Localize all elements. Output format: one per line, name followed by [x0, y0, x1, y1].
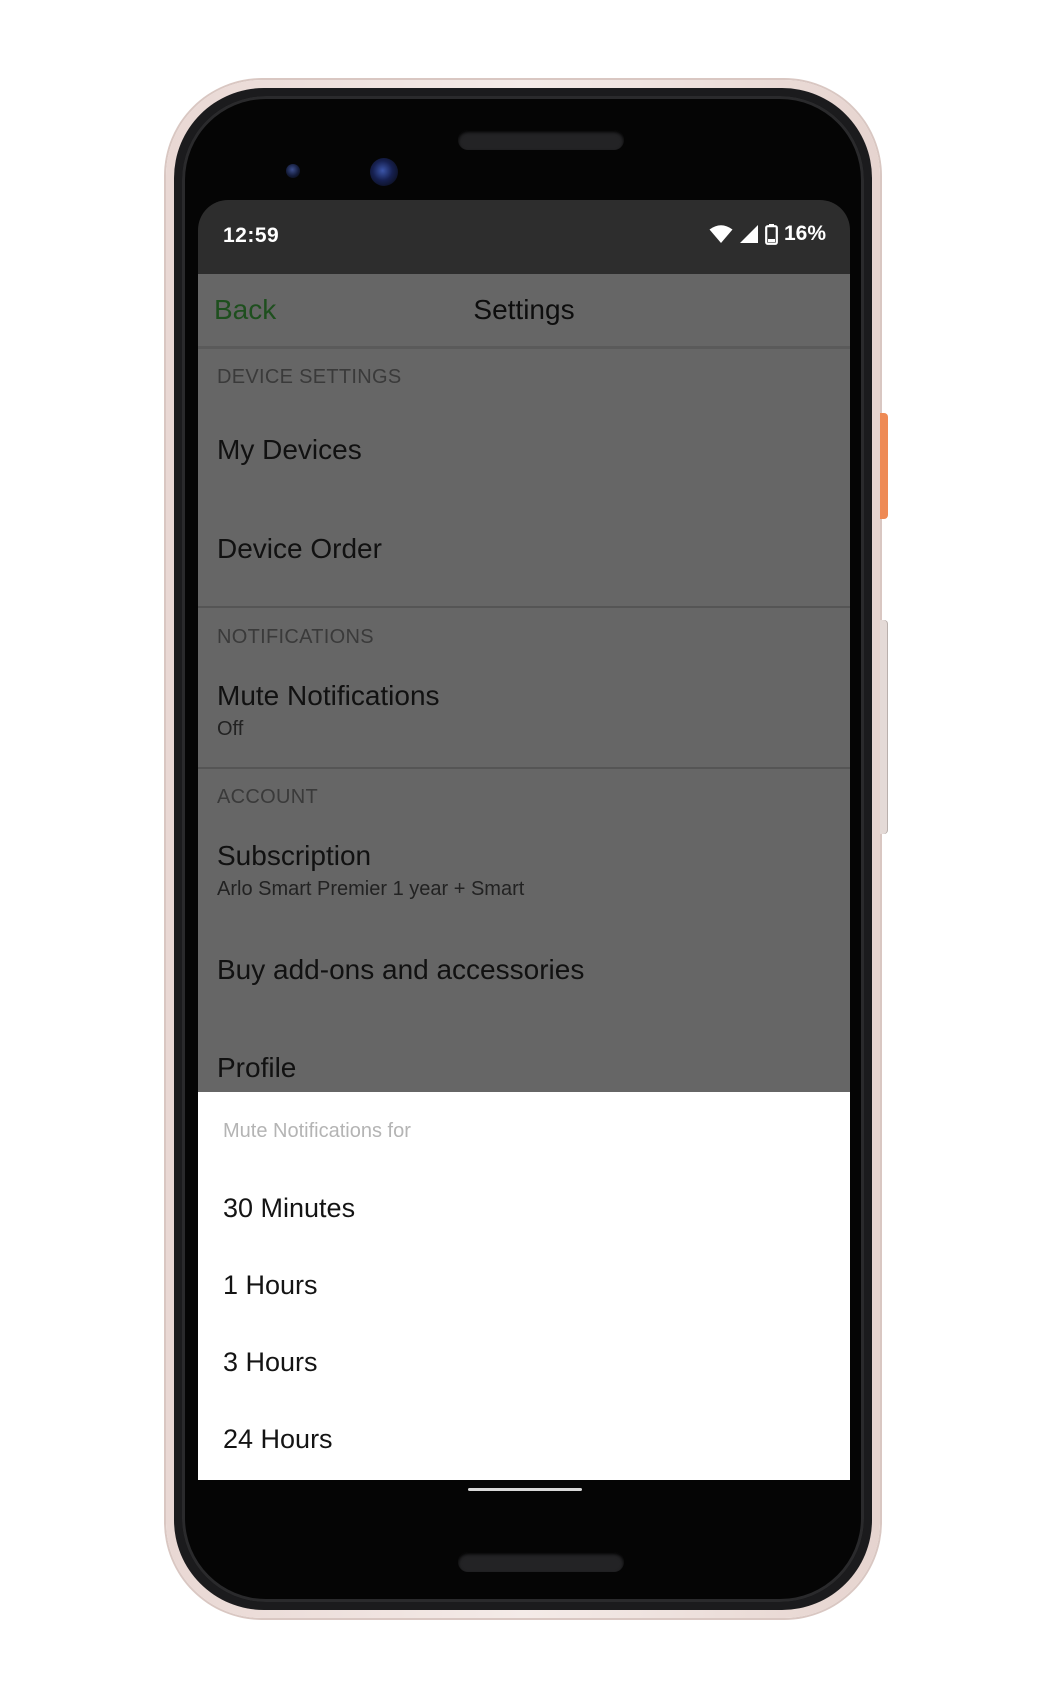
- option-1-hours[interactable]: 1 Hours: [223, 1270, 318, 1301]
- section-header-device-settings: DEVICE SETTINGS: [217, 366, 402, 388]
- navigation-bar: Back Settings: [198, 274, 850, 349]
- section-header-account: ACCOUNT: [217, 786, 318, 808]
- volume-button: [880, 620, 888, 834]
- section-header-notifications: NOTIFICATIONS: [217, 626, 374, 648]
- status-bar: 12:59 16%: [198, 200, 850, 274]
- settings-item-profile[interactable]: Profile: [217, 1052, 296, 1084]
- option-3-hours[interactable]: 3 Hours: [223, 1347, 318, 1378]
- front-camera-icon: [370, 158, 398, 186]
- option-30-minutes[interactable]: 30 Minutes: [223, 1193, 355, 1224]
- settings-item-device-order[interactable]: Device Order: [217, 533, 382, 565]
- page: 12:59 16% Back Settings DEVICE SETTINGS …: [0, 0, 1046, 1700]
- signal-icon: [739, 224, 759, 244]
- page-title: Settings: [473, 294, 575, 325]
- battery-icon: [765, 223, 778, 245]
- option-24-hours[interactable]: 24 Hours: [223, 1424, 333, 1455]
- settings-item-mute-notifications[interactable]: Mute Notifications: [217, 680, 440, 712]
- section-divider: [198, 767, 850, 769]
- mute-duration-sheet: Mute Notifications for 30 Minutes 1 Hour…: [198, 1092, 850, 1480]
- status-time: 12:59: [223, 224, 280, 247]
- battery-percent: 16%: [783, 222, 826, 245]
- phone-screen: 12:59 16% Back Settings DEVICE SETTINGS …: [198, 200, 850, 1480]
- sheet-title: Mute Notifications for: [223, 1120, 411, 1142]
- settings-item-my-devices[interactable]: My Devices: [217, 434, 362, 466]
- power-button: [880, 413, 888, 519]
- front-sensor-icon: [286, 164, 300, 178]
- mute-notifications-value: Off: [217, 718, 244, 740]
- wifi-icon: [709, 224, 733, 244]
- bottom-speaker-grille: [458, 1552, 624, 1572]
- settings-screen: Back Settings DEVICE SETTINGS My Devices…: [198, 274, 850, 1092]
- subscription-value: Arlo Smart Premier 1 year + Smart: [217, 878, 525, 900]
- status-icons: 16%: [709, 222, 826, 246]
- section-divider: [198, 606, 850, 608]
- top-speaker-grille: [458, 130, 624, 150]
- settings-item-buy-addons[interactable]: Buy add-ons and accessories: [217, 954, 584, 986]
- settings-item-subscription[interactable]: Subscription: [217, 840, 371, 872]
- home-indicator[interactable]: [468, 1488, 582, 1491]
